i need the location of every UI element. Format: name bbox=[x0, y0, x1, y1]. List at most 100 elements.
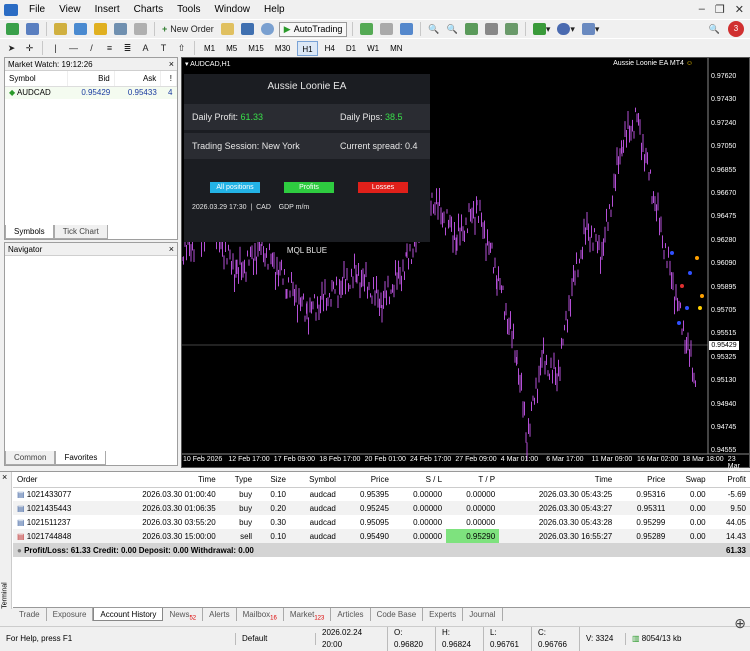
new-chart-icon[interactable] bbox=[4, 22, 21, 37]
all-positions-button[interactable]: All positions bbox=[210, 182, 260, 193]
market-watch-icon[interactable] bbox=[52, 22, 69, 37]
indicators-icon[interactable]: ▾ bbox=[531, 22, 553, 37]
header-spread[interactable]: ! bbox=[160, 71, 177, 87]
timeframe-m5[interactable]: M5 bbox=[222, 41, 241, 56]
timeframe-h1[interactable]: H1 bbox=[297, 40, 318, 56]
tab-account-history[interactable]: Account History bbox=[93, 608, 164, 621]
menu-tools[interactable]: Tools bbox=[170, 0, 207, 19]
restore-icon[interactable]: ❐ bbox=[715, 3, 725, 16]
col-time[interactable]: Time bbox=[102, 472, 220, 488]
chart-shift-icon[interactable] bbox=[483, 22, 500, 37]
tab-symbols[interactable]: Symbols bbox=[5, 225, 54, 239]
autotrading-button[interactable]: ▶ AutoTrading bbox=[278, 21, 348, 37]
vps-icon[interactable] bbox=[239, 22, 256, 37]
crosshair-icon[interactable]: ✛ bbox=[22, 41, 37, 56]
menu-view[interactable]: View bbox=[52, 0, 88, 19]
col-tp[interactable]: T / P bbox=[446, 472, 500, 488]
profiles-icon[interactable] bbox=[24, 22, 41, 37]
close-icon[interactable]: ✕ bbox=[735, 3, 744, 16]
bar-chart-icon[interactable] bbox=[358, 22, 375, 37]
tab-news[interactable]: News52 bbox=[163, 608, 204, 622]
search-icon[interactable]: 🔍 bbox=[707, 22, 722, 37]
tab-journal[interactable]: Journal bbox=[463, 608, 503, 621]
tab-exposure[interactable]: Exposure bbox=[47, 608, 94, 621]
vertical-line-icon[interactable]: | bbox=[48, 41, 63, 56]
zoom-icon[interactable]: ⊕ bbox=[734, 615, 746, 632]
header-ask[interactable]: Ask bbox=[114, 71, 162, 87]
timeframe-d1[interactable]: D1 bbox=[342, 41, 360, 56]
col-sl[interactable]: S / L bbox=[392, 472, 447, 488]
candlestick-icon[interactable] bbox=[378, 22, 395, 37]
table-row[interactable]: ▤ 1021744848 2026.03.30 15:00:00 sell 0.10 a… bbox=[13, 529, 750, 543]
chart-window[interactable]: ▾ AUDCAD,H1 Aussie Loonie EA MT4 ☺ 0.976… bbox=[181, 57, 750, 477]
losses-button[interactable]: Losses bbox=[358, 182, 408, 193]
horizontal-line-icon[interactable]: — bbox=[66, 41, 81, 56]
metaeditor-icon[interactable] bbox=[259, 22, 276, 37]
timeframe-m1[interactable]: M1 bbox=[200, 41, 219, 56]
tab-mailbox[interactable]: Mailbox16 bbox=[237, 608, 284, 622]
timeframe-m15[interactable]: M15 bbox=[244, 41, 268, 56]
col-symbol[interactable]: Symbol bbox=[289, 472, 340, 488]
timeframe-w1[interactable]: W1 bbox=[363, 41, 383, 56]
signals-icon[interactable] bbox=[219, 22, 236, 37]
profits-button[interactable]: Profits bbox=[284, 182, 334, 193]
close-icon[interactable]: × bbox=[169, 58, 174, 71]
col-price[interactable]: Price bbox=[339, 472, 393, 488]
periods-icon[interactable]: ▾ bbox=[555, 22, 577, 37]
terminal-icon[interactable] bbox=[112, 22, 129, 37]
timeframe-h4[interactable]: H4 bbox=[321, 41, 339, 56]
menu-insert[interactable]: Insert bbox=[88, 0, 127, 19]
channel-icon[interactable]: ≡ bbox=[102, 41, 117, 56]
text-icon[interactable]: A bbox=[138, 41, 153, 56]
col-close-time[interactable]: Time bbox=[499, 472, 617, 488]
fibonacci-icon[interactable]: ≣ bbox=[120, 41, 135, 56]
navigator-icon[interactable] bbox=[92, 22, 109, 37]
tab-alerts[interactable]: Alerts bbox=[203, 608, 237, 621]
menu-help[interactable]: Help bbox=[257, 0, 292, 19]
header-symbol[interactable]: Symbol bbox=[5, 71, 69, 87]
header-bid[interactable]: Bid bbox=[67, 71, 115, 87]
templates-icon[interactable]: ▾ bbox=[580, 22, 602, 37]
trend-line-icon[interactable]: / bbox=[84, 41, 99, 56]
col-size[interactable]: Size bbox=[256, 472, 290, 488]
tester-icon[interactable] bbox=[132, 22, 149, 37]
tab-common[interactable]: Common bbox=[5, 451, 56, 465]
menu-charts[interactable]: Charts bbox=[127, 0, 170, 19]
new-order-button[interactable]: + New Order bbox=[160, 22, 216, 37]
label-icon[interactable]: T bbox=[156, 41, 171, 56]
timeframe-m30[interactable]: M30 bbox=[271, 41, 295, 56]
cursor-icon[interactable]: ➤ bbox=[4, 41, 19, 56]
tab-market[interactable]: Market123 bbox=[284, 608, 332, 622]
col-order[interactable]: Order bbox=[13, 472, 103, 488]
tab-code-base[interactable]: Code Base bbox=[371, 608, 424, 621]
tab-tick-chart[interactable]: Tick Chart bbox=[53, 225, 108, 239]
tab-articles[interactable]: Articles bbox=[331, 608, 371, 621]
tile-windows-icon[interactable] bbox=[463, 22, 480, 37]
close-icon[interactable]: × bbox=[169, 243, 174, 256]
status-profile[interactable]: Default bbox=[236, 632, 316, 645]
line-chart-icon[interactable] bbox=[398, 22, 415, 37]
zoom-in-icon[interactable]: 🔍 bbox=[426, 22, 441, 37]
close-icon[interactable]: × bbox=[2, 472, 7, 482]
table-row[interactable]: ▤ 1021435443 2026.03.30 01:06:35 buy 0.20 au… bbox=[13, 501, 750, 515]
tab-trade[interactable]: Trade bbox=[13, 608, 47, 621]
col-close-price[interactable]: Price bbox=[616, 472, 670, 488]
col-type[interactable]: Type bbox=[219, 472, 257, 488]
menu-window[interactable]: Window bbox=[207, 0, 257, 19]
arrows-icon[interactable]: ⇧ bbox=[174, 41, 189, 56]
notifications-icon[interactable]: 3 bbox=[728, 21, 744, 37]
table-row[interactable]: ▤ 1021433077 2026.03.30 01:00:40 buy 0.10 au… bbox=[13, 487, 750, 501]
tab-experts[interactable]: Experts bbox=[423, 608, 464, 621]
autoscroll-icon[interactable] bbox=[503, 22, 520, 37]
tab-favorites[interactable]: Favorites bbox=[55, 451, 107, 465]
chart-menu-icon[interactable]: ▾ bbox=[185, 61, 189, 68]
zoom-out-icon[interactable]: 🔍 bbox=[445, 22, 460, 37]
col-swap[interactable]: Swap bbox=[669, 472, 710, 488]
minimize-icon[interactable]: – bbox=[699, 3, 705, 16]
col-profit[interactable]: Profit bbox=[709, 472, 750, 488]
symbol-row[interactable]: ◆ AUDCAD 0.95429 0.95433 4 bbox=[5, 86, 177, 99]
timeframe-mn[interactable]: MN bbox=[386, 41, 406, 56]
menu-file[interactable]: File bbox=[22, 0, 52, 19]
table-row[interactable]: ▤ 1021511237 2026.03.30 03:55:20 buy 0.30 au… bbox=[13, 515, 750, 529]
data-window-icon[interactable] bbox=[72, 22, 89, 37]
